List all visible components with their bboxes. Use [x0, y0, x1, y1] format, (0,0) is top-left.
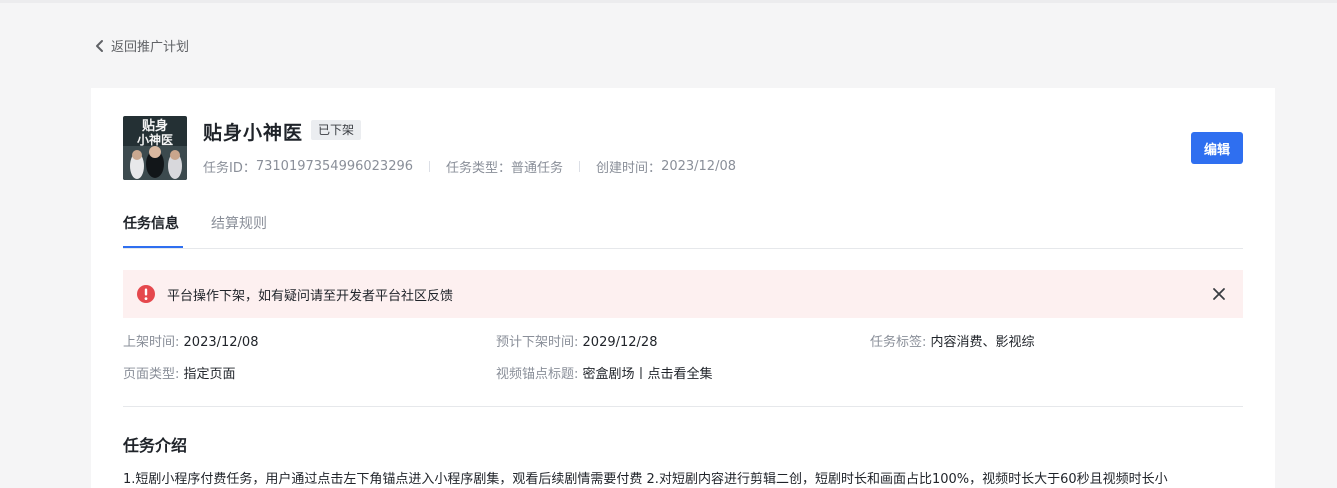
- page-type-field: 页面类型: 指定页面: [123, 363, 236, 382]
- task-type-label: 任务类型：: [446, 161, 512, 176]
- listing-time-field: 上架时间: 2023/12/08: [123, 331, 258, 350]
- task-tags-label: 任务标签:: [870, 335, 927, 350]
- task-meta-row: 任务ID： 7310197354996023296 任务类型： 普通任务 创建时…: [203, 157, 736, 176]
- task-tags-value: 内容消费、影视综: [930, 335, 1035, 350]
- active-tab-indicator: [123, 246, 183, 248]
- chevron-left-icon: [96, 39, 103, 52]
- back-to-plan-link[interactable]: 返回推广计划: [95, 36, 189, 55]
- alert-message: 平台操作下架，如有疑问请至开发者平台社区反馈: [167, 289, 454, 304]
- delist-time-field: 预计下架时间: 2029/12/28: [496, 331, 657, 350]
- page-type-label: 页面类型:: [123, 367, 180, 382]
- intro-text: 1.短剧小程序付费任务，用户通过点击左下角锚点进入小程序剧集，观看后续剧情需要付…: [123, 472, 1168, 487]
- tab-task-info[interactable]: 任务信息: [123, 213, 179, 233]
- anchor-title-label: 视频锚点标题:: [496, 367, 579, 382]
- task-title: 贴身小神医: [203, 122, 304, 144]
- cover-text-line1: 贴身: [142, 118, 168, 134]
- meta-separator: [429, 161, 431, 172]
- delist-time-label: 预计下架时间:: [496, 335, 579, 350]
- section-divider: [123, 406, 1243, 407]
- back-link-label: 返回推广计划: [111, 40, 190, 55]
- task-tags-field: 任务标签: 内容消费、影视综: [870, 331, 1035, 350]
- tab-settlement-rules[interactable]: 结算规则: [211, 213, 267, 233]
- cover-text-line2: 小神医: [137, 132, 173, 147]
- anchor-title-field: 视频锚点标题: 密盒剧场丨点击看全集: [496, 363, 713, 382]
- anchor-title-value: 密盒剧场丨点击看全集: [582, 367, 713, 382]
- task-id-label: 任务ID：: [203, 161, 256, 176]
- intro-section-title: 任务介绍: [123, 436, 188, 455]
- tab-bar: 任务信息 结算规则: [123, 201, 1243, 249]
- delist-time-value: 2029/12/28: [582, 335, 658, 350]
- close-icon[interactable]: [1211, 286, 1227, 302]
- drama-cover-image: 贴身 小神医: [123, 116, 187, 180]
- edit-button[interactable]: 编辑: [1191, 132, 1243, 164]
- task-detail-card: 贴身 小神医 贴身小神医 已下架 任务ID： 73101973549960232…: [91, 88, 1275, 488]
- created-time-value: 2023/12/08: [661, 159, 736, 174]
- meta-separator: [579, 161, 581, 172]
- task-type-value: 普通任务: [511, 161, 564, 176]
- listing-time-value: 2023/12/08: [183, 335, 259, 350]
- error-icon: [137, 285, 155, 303]
- listing-time-label: 上架时间:: [123, 335, 180, 350]
- offline-alert-banner: 平台操作下架，如有疑问请至开发者平台社区反馈: [123, 270, 1243, 318]
- top-border: [0, 0, 1337, 3]
- created-time-label: 创建时间：: [596, 161, 662, 176]
- status-badge: 已下架: [311, 120, 362, 140]
- task-id-value: 7310197354996023296: [255, 159, 414, 174]
- page-type-value: 指定页面: [183, 367, 236, 382]
